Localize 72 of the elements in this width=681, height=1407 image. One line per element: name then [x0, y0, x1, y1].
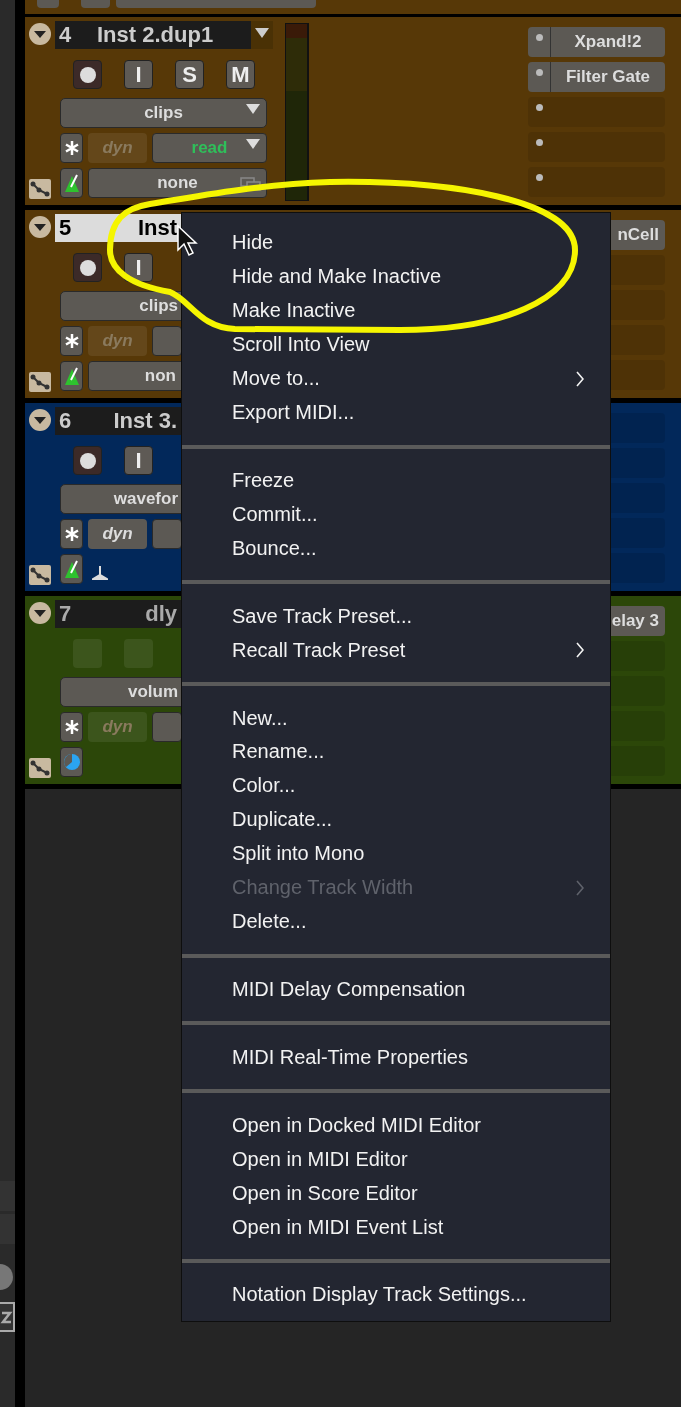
collapse-icon[interactable] — [29, 602, 51, 624]
route-icon[interactable] — [29, 565, 51, 585]
track-button[interactable] — [81, 0, 110, 8]
pie-chart-icon — [63, 754, 80, 770]
menu-item[interactable]: Rename... — [182, 735, 610, 769]
bypass-dot[interactable] — [535, 69, 543, 76]
collapse-icon[interactable] — [29, 409, 51, 431]
record-icon — [79, 452, 96, 469]
collapse-icon[interactable] — [29, 23, 51, 45]
menu-item[interactable]: Bounce... — [182, 531, 610, 566]
group-dropdown[interactable]: none — [88, 168, 267, 198]
record-icon — [79, 259, 96, 276]
asterisk-icon — [63, 333, 80, 349]
stand-icon — [92, 566, 108, 580]
metronome-button[interactable] — [60, 554, 83, 584]
menu-item[interactable]: MIDI Delay Compensation — [182, 972, 610, 1007]
view-dropdown[interactable]: clips — [60, 98, 267, 128]
track-button[interactable] — [116, 0, 316, 8]
route-icon[interactable] — [29, 372, 51, 392]
track-button[interactable]: I — [124, 446, 153, 475]
pie-button[interactable] — [60, 747, 83, 777]
record-icon — [79, 66, 96, 83]
metronome-icon — [63, 366, 80, 386]
zoom-toggle-icon[interactable] — [0, 1302, 15, 1332]
track-name[interactable]: 4 Inst 2.dup1 — [55, 21, 251, 49]
asterisk-icon — [63, 526, 80, 542]
track-button[interactable]: S — [175, 60, 204, 89]
menu-item[interactable]: Split into Mono — [182, 836, 610, 871]
bypass-dot[interactable] — [535, 104, 543, 111]
caret-icon — [246, 139, 260, 149]
automation-dropdown[interactable] — [152, 712, 182, 742]
menu-item[interactable]: Hide and Make Inactive — [182, 259, 610, 294]
metronome-icon — [63, 173, 80, 193]
menu-item[interactable]: Color... — [182, 768, 610, 803]
caret-icon — [246, 104, 260, 114]
track-button[interactable] — [37, 0, 59, 8]
menu-item[interactable]: MIDI Real-Time Properties — [182, 1040, 610, 1075]
windows-icon — [240, 177, 262, 191]
knob-icon[interactable] — [0, 1264, 15, 1290]
asterisk-button[interactable] — [60, 712, 83, 742]
record-button[interactable] — [73, 60, 102, 89]
asterisk-button[interactable] — [60, 133, 83, 163]
menu-item[interactable]: Notation Display Track Settings... — [182, 1278, 610, 1312]
menu-item[interactable]: Duplicate... — [182, 802, 610, 837]
asterisk-button[interactable] — [60, 326, 83, 356]
collapse-icon[interactable] — [29, 216, 51, 238]
bypass-dot[interactable] — [535, 139, 543, 146]
record-button[interactable] — [73, 253, 102, 282]
asterisk-icon — [63, 140, 80, 156]
menu-item[interactable]: Open in Score Editor — [182, 1176, 610, 1211]
menu-item[interactable]: Scroll Into View — [182, 327, 610, 362]
automation-dropdown[interactable] — [152, 326, 182, 356]
metronome-button[interactable] — [60, 168, 83, 198]
dyn-button[interactable]: dyn — [88, 519, 147, 549]
menu-item[interactable]: Open in MIDI Editor — [182, 1142, 610, 1177]
route-icon[interactable] — [29, 758, 51, 778]
track-button[interactable]: I — [124, 60, 153, 89]
record-button[interactable] — [73, 446, 102, 475]
asterisk-button[interactable] — [60, 519, 83, 549]
route-icon[interactable] — [29, 179, 51, 199]
automation-dropdown[interactable] — [152, 519, 182, 549]
bypass-dot[interactable] — [535, 174, 543, 181]
metronome-button[interactable] — [60, 361, 83, 391]
bypass-dot[interactable] — [535, 34, 543, 41]
menu-item[interactable]: Delete... — [182, 904, 610, 939]
caret-icon — [255, 28, 269, 38]
track-button[interactable]: M — [226, 60, 255, 89]
menu-item[interactable]: Recall Track Preset — [182, 633, 610, 668]
menu-item[interactable]: Open in MIDI Event List — [182, 1210, 610, 1245]
metronome-icon — [63, 559, 80, 579]
asterisk-icon — [63, 719, 80, 735]
menu-item[interactable]: Open in Docked MIDI Editor — [182, 1108, 610, 1143]
